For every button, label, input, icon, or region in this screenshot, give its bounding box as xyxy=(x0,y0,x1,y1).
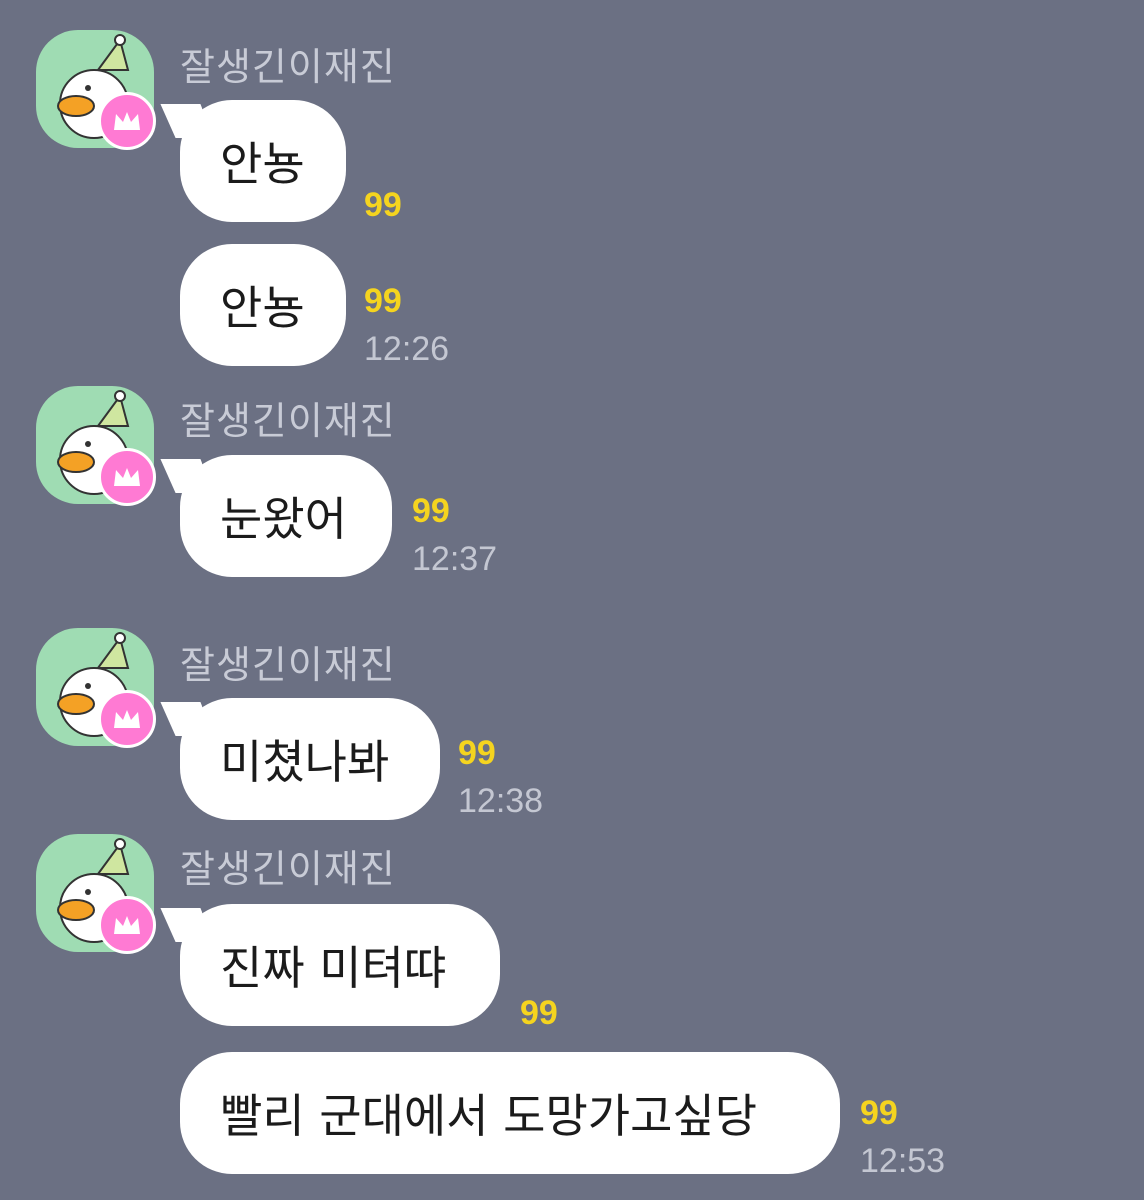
crown-icon xyxy=(98,896,156,954)
avatar[interactable] xyxy=(36,30,156,150)
crown-icon xyxy=(98,448,156,506)
avatar[interactable] xyxy=(36,386,156,506)
crown-icon xyxy=(98,92,156,150)
sender-name: 잘생긴이재진 xyxy=(180,399,396,443)
timestamp: 12:37 xyxy=(412,540,498,578)
unread-count: 99 xyxy=(412,492,450,530)
unread-count: 99 xyxy=(364,186,402,224)
message-bubble[interactable]: 진짜 미텨땨 xyxy=(180,904,500,1026)
message-bubble[interactable]: 안뇽 xyxy=(180,100,346,222)
timestamp: 12:38 xyxy=(458,782,544,820)
unread-count: 99 xyxy=(458,734,496,772)
unread-count: 99 xyxy=(364,282,402,320)
timestamp: 12:26 xyxy=(364,330,450,368)
sender-name: 잘생긴이재진 xyxy=(180,45,396,89)
unread-count: 99 xyxy=(860,1094,898,1132)
message-bubble[interactable]: 미쳤나봐 xyxy=(180,698,440,820)
avatar[interactable] xyxy=(36,628,156,748)
sender-name: 잘생긴이재진 xyxy=(180,847,396,891)
timestamp: 12:53 xyxy=(860,1142,946,1180)
avatar[interactable] xyxy=(36,834,156,954)
message-bubble[interactable]: 안뇽 xyxy=(180,244,346,366)
message-bubble[interactable]: 빨리 군대에서 도망가고싶당 xyxy=(180,1052,840,1174)
message-bubble[interactable]: 눈왔어 xyxy=(180,455,392,577)
unread-count: 99 xyxy=(520,994,558,1032)
sender-name: 잘생긴이재진 xyxy=(180,643,396,687)
crown-icon xyxy=(98,690,156,748)
